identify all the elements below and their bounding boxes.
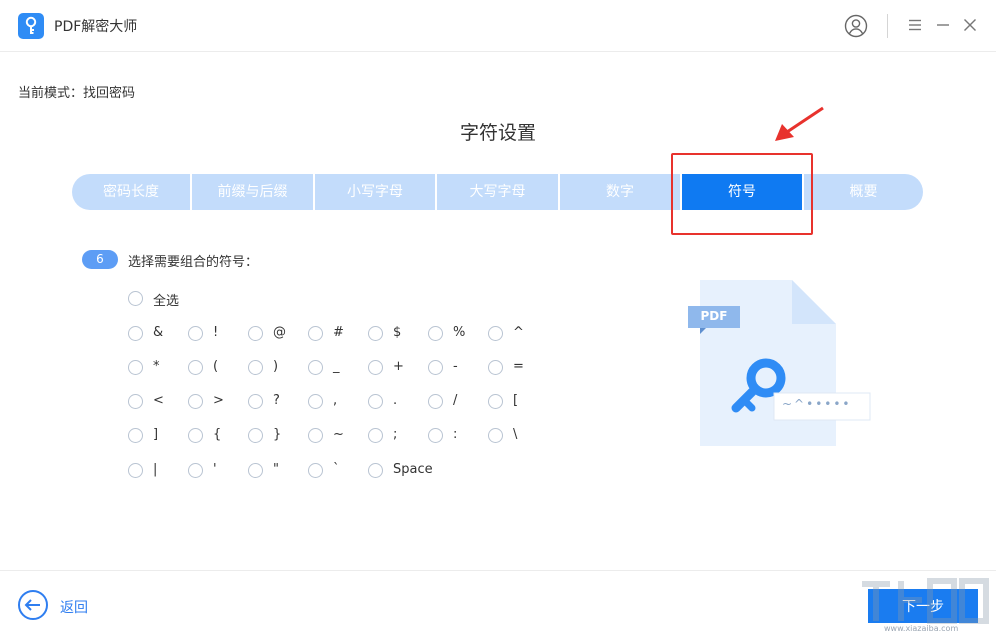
- symbol-label: #: [333, 325, 344, 340]
- symbol-radio[interactable]: [488, 428, 503, 443]
- symbol-label: -: [453, 359, 458, 374]
- annotation-arrow-icon: [775, 106, 824, 141]
- mode-label: 当前模式：: [18, 86, 84, 101]
- symbol-radio[interactable]: [188, 360, 203, 375]
- tab-digits[interactable]: 数字: [560, 174, 682, 210]
- symbol-radio[interactable]: [248, 463, 263, 478]
- titlebar-divider: [887, 14, 888, 38]
- menu-icon[interactable]: [906, 16, 924, 34]
- symbol-radio[interactable]: [128, 428, 143, 443]
- symbol-radio[interactable]: [188, 394, 203, 409]
- select-all-label: 全选: [153, 294, 180, 309]
- symbol-radio[interactable]: [188, 463, 203, 478]
- symbol-radio[interactable]: [428, 360, 443, 375]
- minimize-icon[interactable]: [934, 16, 952, 34]
- app-logo-icon: [18, 13, 44, 39]
- symbol-label: :: [453, 427, 458, 442]
- pdf-key-illustration: PDF ~^•••••: [686, 278, 876, 453]
- footer-bar: 返回 下一步: [0, 570, 996, 635]
- symbol-radio[interactable]: [248, 360, 263, 375]
- watermark-site: www.xiazaiba.com: [884, 624, 959, 633]
- current-mode: 当前模式：找回密码: [18, 82, 135, 101]
- mode-value: 找回密码: [83, 86, 136, 101]
- symbol-radio[interactable]: [488, 394, 503, 409]
- symbol-radio[interactable]: [248, 326, 263, 341]
- symbol-radio[interactable]: [128, 360, 143, 375]
- back-arrow-icon[interactable]: [18, 590, 48, 620]
- symbol-radio[interactable]: [368, 360, 383, 375]
- symbol-label: {: [213, 427, 222, 442]
- page-title: 字符设置: [459, 122, 536, 144]
- select-all-radio[interactable]: [128, 291, 143, 306]
- symbol-label: |: [153, 462, 158, 477]
- symbol-label: .: [393, 393, 398, 408]
- symbol-label: [: [513, 393, 519, 408]
- symbol-radio[interactable]: [428, 428, 443, 443]
- back-button[interactable]: 返回: [60, 597, 88, 617]
- symbol-label: *: [153, 359, 160, 374]
- symbol-radio[interactable]: [128, 326, 143, 341]
- symbol-radio[interactable]: [308, 326, 323, 341]
- symbol-label: ): [273, 359, 279, 374]
- section-label: 选择需要组合的符号：: [128, 255, 259, 270]
- symbol-label: ': [213, 462, 217, 477]
- symbol-radio[interactable]: [368, 463, 383, 478]
- symbol-label: ": [273, 462, 279, 477]
- user-account-icon[interactable]: [844, 14, 868, 38]
- symbol-label: ]: [153, 427, 159, 442]
- tab-uppercase[interactable]: 大写字母: [437, 174, 560, 210]
- symbol-radio[interactable]: [128, 394, 143, 409]
- symbol-label: `: [333, 462, 340, 477]
- symbol-radio[interactable]: [368, 394, 383, 409]
- symbol-label: =: [513, 359, 524, 374]
- symbol-label: ,: [333, 393, 338, 408]
- symbol-radio[interactable]: [248, 428, 263, 443]
- symbol-radio[interactable]: [368, 326, 383, 341]
- symbol-label: %: [453, 325, 466, 340]
- tab-prefix-suffix[interactable]: 前缀与后缀: [192, 174, 315, 210]
- symbol-radio[interactable]: [188, 326, 203, 341]
- tab-summary[interactable]: 概要: [804, 174, 923, 210]
- symbol-radio[interactable]: [488, 326, 503, 341]
- highlight-annotation: [671, 153, 813, 235]
- symbol-radio[interactable]: [428, 326, 443, 341]
- symbol-label: }: [273, 427, 282, 442]
- symbol-label: Space: [393, 462, 433, 477]
- symbol-label: !: [213, 325, 219, 340]
- symbol-radio[interactable]: [248, 394, 263, 409]
- tab-lowercase[interactable]: 小写字母: [315, 174, 437, 210]
- symbol-label: ?: [273, 393, 280, 408]
- symbol-label: /: [453, 393, 458, 408]
- close-icon[interactable]: [961, 16, 979, 34]
- symbol-radio[interactable]: [488, 360, 503, 375]
- symbol-label: <: [153, 393, 164, 408]
- symbol-radio[interactable]: [308, 394, 323, 409]
- symbol-radio[interactable]: [308, 360, 323, 375]
- step-number-badge: 6: [82, 250, 118, 269]
- symbol-label: &: [153, 325, 164, 340]
- symbol-radio[interactable]: [428, 394, 443, 409]
- symbol-label: (: [213, 359, 219, 374]
- symbol-label: $: [393, 325, 402, 340]
- symbol-label: _: [333, 359, 340, 374]
- symbol-radio[interactable]: [128, 463, 143, 478]
- symbol-label: \: [513, 427, 518, 442]
- symbol-label: ~: [333, 427, 344, 442]
- symbol-radio[interactable]: [368, 428, 383, 443]
- password-hint-text: ~^•••••: [782, 397, 852, 411]
- title-bar: PDF解密大师: [0, 0, 996, 52]
- symbol-label: +: [393, 359, 404, 374]
- symbol-radio[interactable]: [308, 428, 323, 443]
- symbol-label: ^: [513, 325, 524, 340]
- tab-password-length[interactable]: 密码长度: [72, 174, 192, 210]
- app-title: PDF解密大师: [54, 19, 138, 35]
- symbol-label: @: [273, 325, 286, 340]
- pdf-badge-text: PDF: [700, 309, 728, 323]
- symbol-label: ;: [393, 427, 398, 442]
- symbol-radio[interactable]: [308, 463, 323, 478]
- symbol-label: >: [213, 393, 224, 408]
- symbol-radio[interactable]: [188, 428, 203, 443]
